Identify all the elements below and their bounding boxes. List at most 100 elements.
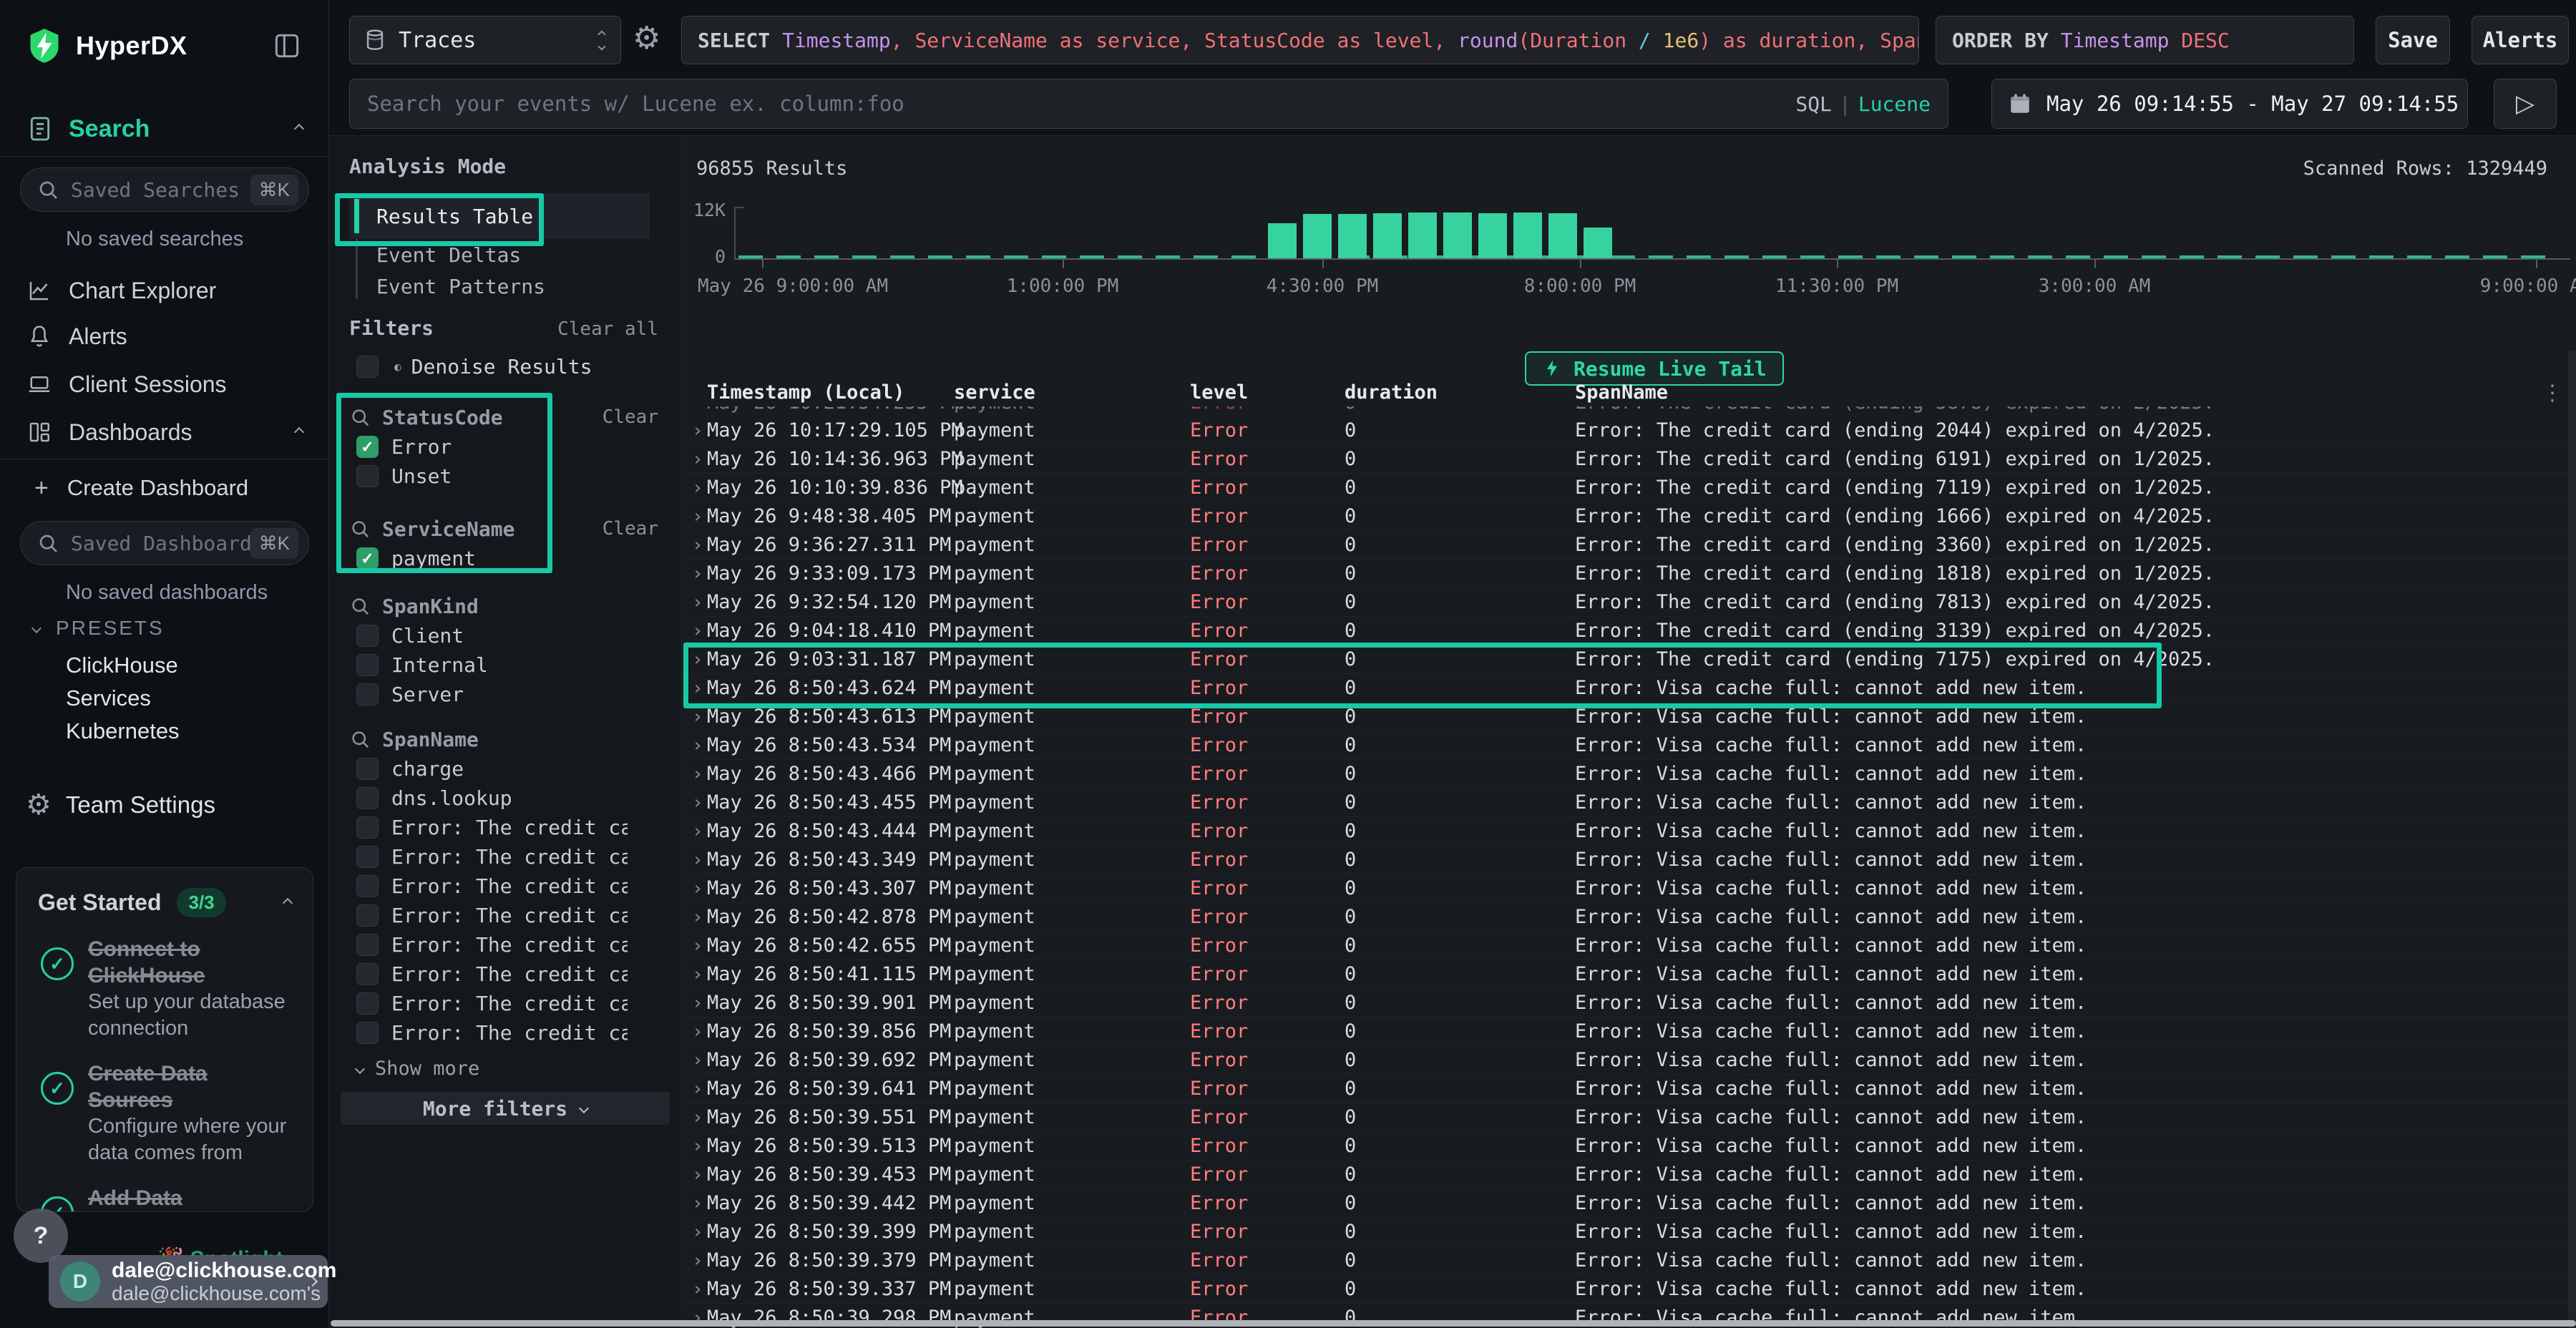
save-button[interactable]: Save [2376,16,2450,64]
table-row[interactable]: › May 26 10:10:39.836 PM payment Error 0… [682,474,2576,502]
column-header-service[interactable]: service [954,381,1190,404]
mode-event-deltas[interactable]: Event Deltas [349,239,650,270]
filter-option[interactable]: Error: The credit card … [349,960,658,989]
chevron-up-icon[interactable] [294,124,304,134]
table-row[interactable]: › May 26 8:50:41.115 PM payment Error 0 … [682,960,2576,989]
vertical-scrollbar[interactable] [2568,351,2576,1328]
results-histogram[interactable]: 12K 0 May 26 9:00:00 AM1:00:00 PM4:30:00… [734,207,2570,260]
table-row[interactable]: › May 26 8:50:43.307 PM payment Error 0 … [682,874,2576,903]
checkbox[interactable] [356,787,379,809]
clear-filter-link[interactable]: Clear [602,406,658,428]
sql-toggle[interactable]: SQL [1795,92,1832,116]
preset-kubernetes[interactable]: Kubernetes [66,718,180,744]
table-row[interactable]: › May 26 9:04:18.410 PM payment Error 0 … [682,617,2576,645]
saved-dashboards-input[interactable]: Saved Dashboards ⌘K [20,521,309,565]
expand-row-chevron-icon[interactable]: › [682,849,707,871]
table-row[interactable]: › May 26 8:50:39.442 PM payment Error 0 … [682,1189,2576,1218]
mode-results-table[interactable]: Results Table [349,193,650,239]
expand-row-chevron-icon[interactable]: › [682,477,707,499]
table-row[interactable]: › May 26 8:50:42.878 PM payment Error 0 … [682,903,2576,932]
filter-option[interactable]: Error [349,432,658,462]
expand-row-chevron-icon[interactable]: › [682,1193,707,1214]
expand-row-chevron-icon[interactable]: › [682,563,707,585]
expand-row-chevron-icon[interactable]: › [682,935,707,957]
checkbox[interactable] [356,992,379,1015]
filter-option[interactable]: Internal [349,650,658,680]
get-started-step[interactable]: ✓ Connect to ClickHouse Set up your data… [38,936,291,1042]
expand-row-chevron-icon[interactable]: › [682,449,707,470]
source-select[interactable]: Traces [349,16,621,64]
checkbox[interactable] [356,436,379,458]
checkbox[interactable] [356,654,379,676]
table-row[interactable]: › May 26 8:50:39.856 PM payment Error 0 … [682,1017,2576,1046]
expand-row-chevron-icon[interactable]: › [682,907,707,928]
table-row[interactable]: › May 26 9:36:27.311 PM payment Error 0 … [682,531,2576,560]
filter-option[interactable]: charge [349,754,658,783]
get-started-step[interactable]: ✓ Add Data Start sending logs, metrics, … [38,1185,291,1212]
expand-row-chevron-icon[interactable]: › [682,1050,707,1071]
column-header-duration[interactable]: duration [1345,381,1575,404]
table-options-kebab-icon[interactable]: ⋮ [2542,381,2563,406]
checkbox[interactable] [356,758,379,780]
expand-row-chevron-icon[interactable]: › [682,1107,707,1128]
table-row[interactable]: › May 26 8:50:39.551 PM payment Error 0 … [682,1103,2576,1132]
filter-option[interactable]: Error: The credit card … [349,930,658,960]
search-icon[interactable] [349,728,371,750]
table-row[interactable]: › May 26 8:50:39.379 PM payment Error 0 … [682,1246,2576,1275]
sidebar-item-dashboards[interactable]: Dashboards [0,414,328,451]
table-row[interactable]: › May 26 8:50:39.337 PM payment Error 0 … [682,1275,2576,1304]
presets-header[interactable]: PRESETS [33,617,165,640]
checkbox[interactable] [356,625,379,647]
column-header-spanname[interactable]: SpanName [1575,381,2576,404]
expand-row-chevron-icon[interactable]: › [682,1078,707,1100]
search-icon[interactable] [349,406,371,428]
get-started-step[interactable]: ✓ Create Data Sources Configure where yo… [38,1060,291,1166]
table-row[interactable]: › May 26 8:50:42.655 PM payment Error 0 … [682,932,2576,960]
table-row[interactable]: › May 26 10:17:29.105 PM payment Error 0… [682,416,2576,445]
expand-row-chevron-icon[interactable]: › [682,1164,707,1186]
search-icon[interactable] [349,518,371,540]
search-icon[interactable] [349,595,371,617]
denoise-results-toggle[interactable]: ◐ Denoise Results [356,355,592,379]
table-row[interactable]: › May 26 8:50:43.444 PM payment Error 0 … [682,817,2576,846]
checkbox[interactable] [356,465,379,487]
filter-option[interactable]: Error: The credit card … [349,872,658,901]
checkbox[interactable] [356,356,379,378]
table-row[interactable]: › May 26 9:33:09.173 PM payment Error 0 … [682,560,2576,588]
mode-event-patterns[interactable]: Event Patterns [349,270,650,302]
expand-row-chevron-icon[interactable]: › [682,506,707,527]
expand-row-chevron-icon[interactable]: › [682,964,707,985]
collapse-sidebar-icon[interactable] [271,30,303,62]
filter-option[interactable]: Error: The credit card … [349,1018,658,1048]
filter-option[interactable]: Error: The credit card … [349,989,658,1018]
saved-searches-input[interactable]: Saved Searches ⌘K [20,167,309,212]
table-row[interactable]: › May 26 10:14:36.963 PM payment Error 0… [682,445,2576,474]
table-row[interactable]: › May 26 8:50:43.534 PM payment Error 0 … [682,731,2576,760]
table-row[interactable]: › May 26 8:50:39.399 PM payment Error 0 … [682,1218,2576,1246]
table-row[interactable]: › May 26 8:50:39.692 PM payment Error 0 … [682,1046,2576,1075]
clear-all-link[interactable]: Clear all [557,318,658,340]
order-by-input[interactable]: ORDER BY Timestamp DESC [1936,16,2354,64]
expand-row-chevron-icon[interactable]: › [682,792,707,814]
horizontal-scrollbar[interactable] [331,1320,2576,1327]
preset-services[interactable]: Services [66,685,151,711]
chevron-up-icon[interactable] [283,897,293,907]
filter-option[interactable]: Client [349,621,658,650]
expand-row-chevron-icon[interactable]: › [682,706,707,728]
sidebar-item-search[interactable]: Search [0,112,328,146]
expand-row-chevron-icon[interactable]: › [682,1136,707,1157]
table-row[interactable]: › May 26 8:50:43.455 PM payment Error 0 … [682,788,2576,817]
expand-row-chevron-icon[interactable]: › [682,592,707,613]
user-account-button[interactable]: D dale@clickhouse.com dale@clickhouse.co… [49,1255,328,1308]
filter-option[interactable]: Unset [349,462,658,491]
expand-row-chevron-icon[interactable]: › [682,992,707,1014]
date-range-picker[interactable]: May 26 09:14:55 - May 27 09:14:55 [1991,79,2468,129]
table-row[interactable]: › May 26 9:03:31.187 PM payment Error 0 … [682,645,2576,674]
expand-row-chevron-icon[interactable]: › [682,420,707,441]
expand-row-chevron-icon[interactable]: › [682,649,707,670]
expand-row-chevron-icon[interactable]: › [682,678,707,699]
sidebar-item-team-settings[interactable]: ⚙ Team Settings [0,787,328,823]
source-settings-gear-icon[interactable]: ⚙ [633,20,660,57]
table-row[interactable]: › May 26 8:50:43.349 PM payment Error 0 … [682,846,2576,874]
table-row[interactable]: › May 26 9:48:38.405 PM payment Error 0 … [682,502,2576,531]
